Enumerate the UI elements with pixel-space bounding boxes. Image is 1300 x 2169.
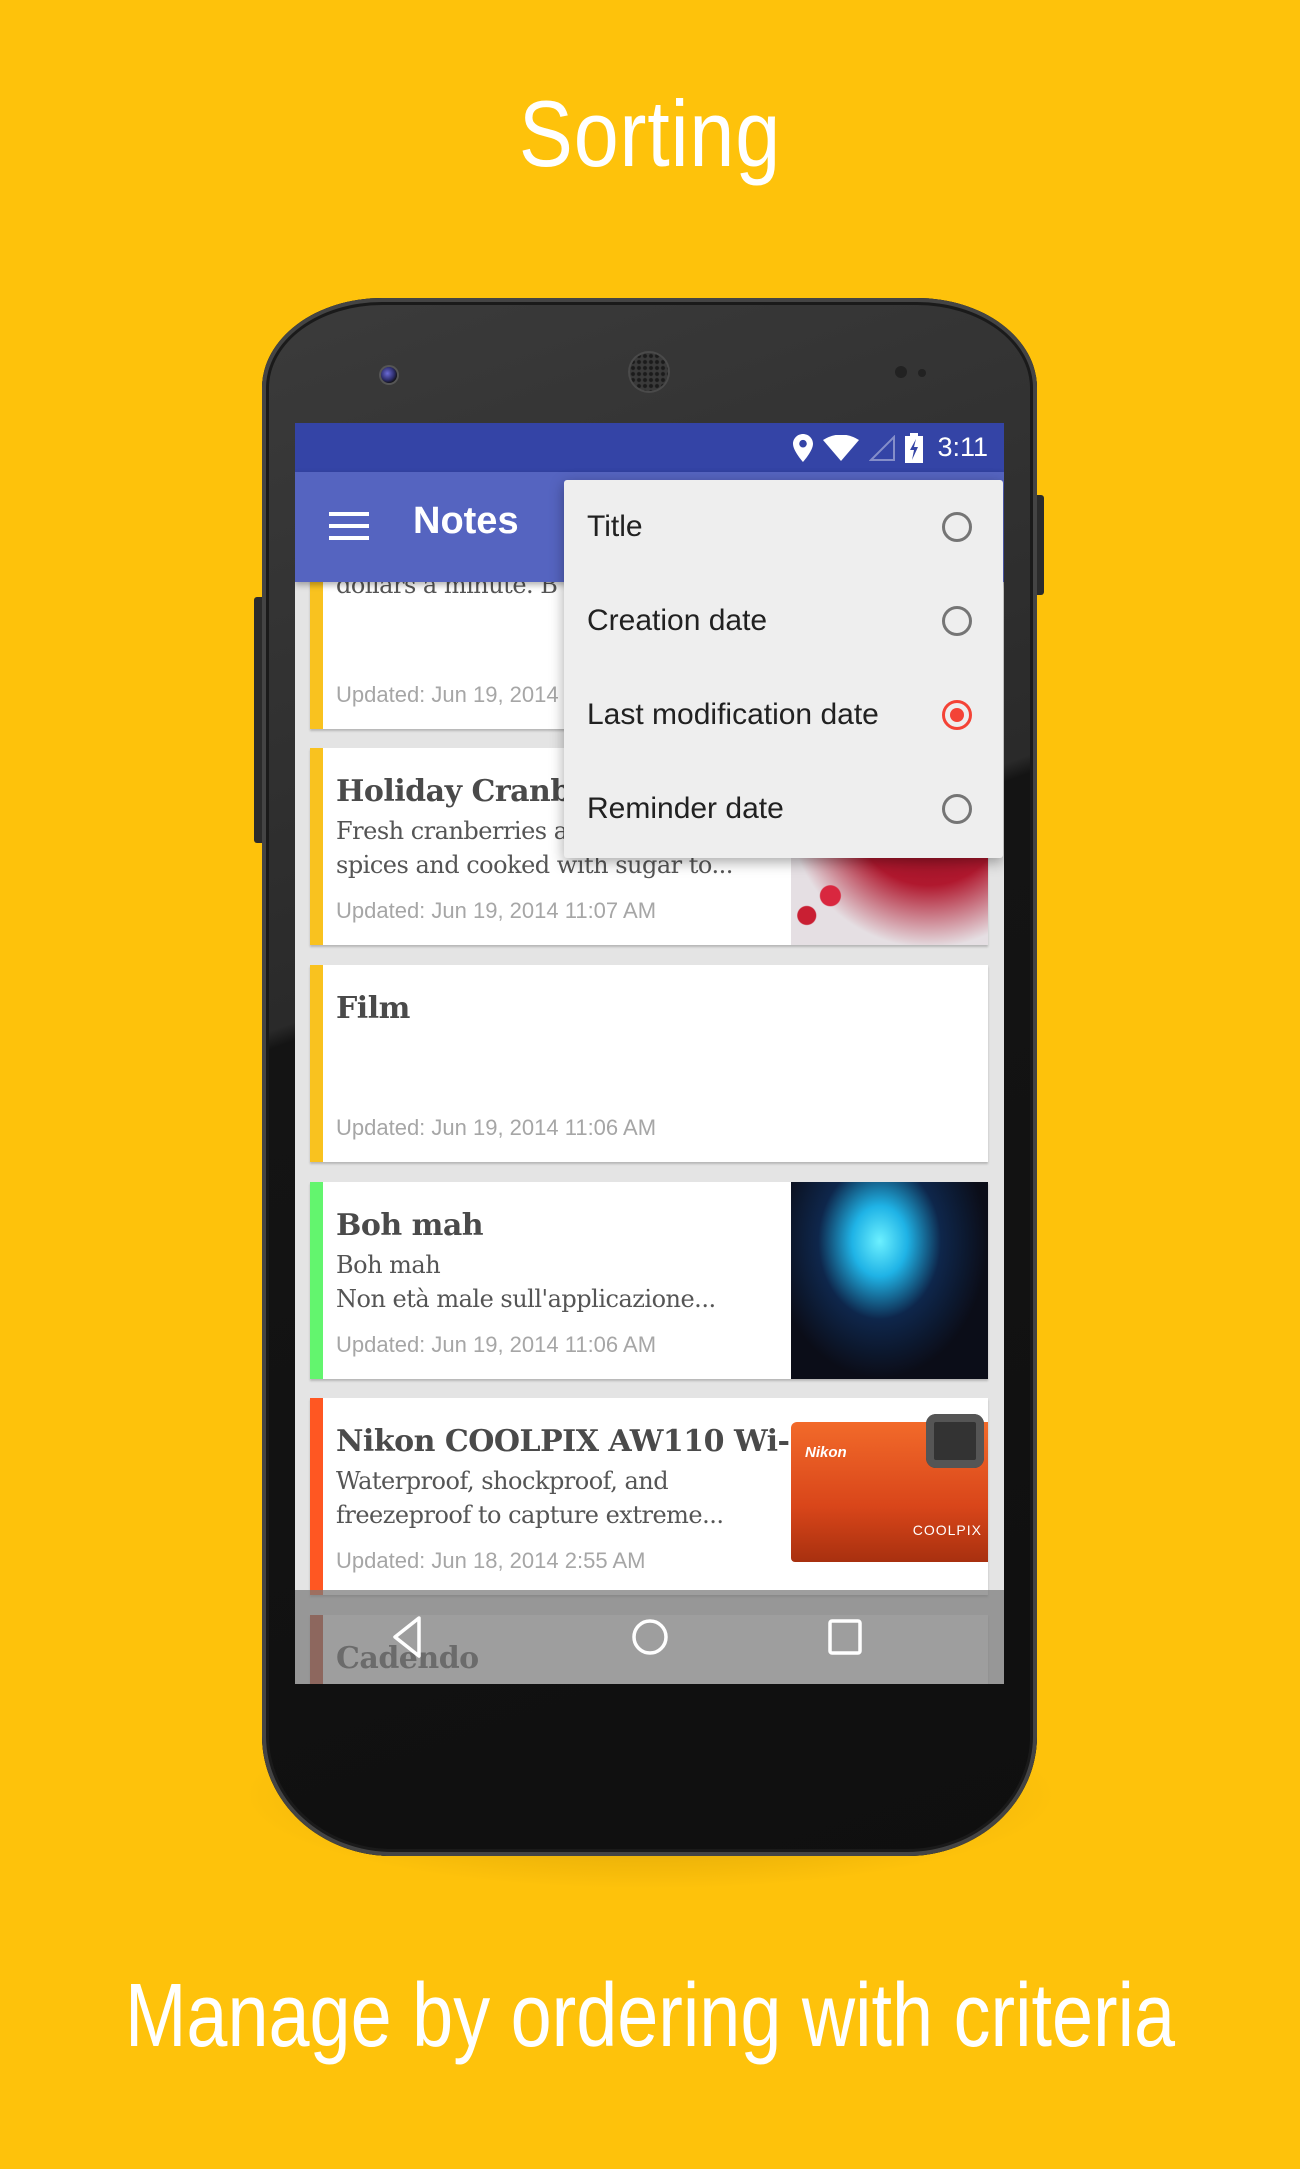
radio-unchecked-icon[interactable]: [942, 512, 972, 542]
camera-image: Nikon COOLPIX: [791, 1398, 988, 1595]
note-card[interactable]: Film Updated: Jun 19, 2014 11:06 AM: [310, 965, 988, 1162]
status-time: 3:11: [937, 432, 988, 462]
sort-option-reminder-date[interactable]: Reminder date: [564, 762, 1003, 856]
sort-option-label: Creation date: [587, 604, 768, 637]
cell-signal-icon: [869, 434, 896, 461]
location-icon: [793, 433, 814, 462]
note-date: Updated: Jun 19, 2014 1: [336, 682, 577, 707]
sort-option-creation-date[interactable]: Creation date: [564, 574, 1003, 668]
radio-unchecked-icon[interactable]: [942, 606, 972, 636]
note-title: Boh mah: [336, 1208, 484, 1243]
concert-photo-image: [791, 1182, 988, 1379]
sort-option-label: Title: [587, 510, 643, 543]
sort-option-last-modification-date[interactable]: Last modification date: [564, 668, 1003, 762]
battery-charging-icon: [905, 432, 924, 463]
note-date: Updated: Jun 19, 2014 11:06 AM: [336, 1332, 657, 1357]
proximity-sensor-icon: [895, 366, 907, 378]
note-date: Updated: Jun 18, 2014 2:55 AM: [336, 1548, 646, 1573]
note-body: Waterproof, shockproof, and freezeproof …: [336, 1467, 724, 1529]
radio-unchecked-icon[interactable]: [942, 794, 972, 824]
note-date: Updated: Jun 19, 2014 11:06 AM: [336, 1115, 657, 1140]
wifi-icon: [823, 434, 860, 461]
earpiece-speaker-icon: [630, 353, 668, 391]
toolbar-title: Notes: [413, 500, 519, 542]
note-body: Boh mah Non età male sull'applicazione..…: [336, 1251, 716, 1313]
sort-option-label: Reminder date: [587, 792, 784, 825]
home-icon[interactable]: [625, 1612, 675, 1662]
note-color-tag: [310, 748, 323, 945]
light-sensor-icon: [918, 369, 926, 377]
sort-option-title[interactable]: Title: [564, 480, 1003, 574]
front-camera-icon: [381, 367, 397, 383]
phone-screen: 3:11 Notes By day he made the dollars a …: [295, 423, 1004, 1684]
note-card[interactable]: Nikon COOLPIX AW110 Wi-... Waterproof, s…: [310, 1398, 988, 1595]
back-icon[interactable]: [385, 1612, 435, 1662]
status-bar: 3:11: [295, 423, 1004, 472]
note-color-tag: [310, 1398, 323, 1595]
sort-menu: Title Creation date Last modification da…: [564, 480, 1003, 858]
note-color-tag: [310, 1182, 323, 1379]
note-color-tag: [310, 965, 323, 1162]
camera-lens: [926, 1414, 984, 1468]
hamburger-menu-icon[interactable]: [329, 512, 369, 540]
promo-headline: Sorting: [518, 81, 782, 186]
promo-caption: Manage by ordering with criteria: [124, 1966, 1176, 2066]
camera-model-text: COOLPIX: [912, 1522, 982, 1538]
note-title: Film: [336, 991, 410, 1026]
system-nav-bar: [295, 1590, 1004, 1684]
note-card[interactable]: Boh mah Boh mah Non età male sull'applic…: [310, 1182, 988, 1379]
radio-checked-icon[interactable]: [942, 700, 972, 730]
note-title: Nikon COOLPIX AW110 Wi-...: [336, 1424, 820, 1459]
recents-icon[interactable]: [820, 1612, 870, 1662]
camera-brand-text: Nikon: [805, 1444, 847, 1461]
note-date: Updated: Jun 19, 2014 11:07 AM: [336, 898, 657, 923]
sort-option-label: Last modification date: [587, 698, 879, 731]
